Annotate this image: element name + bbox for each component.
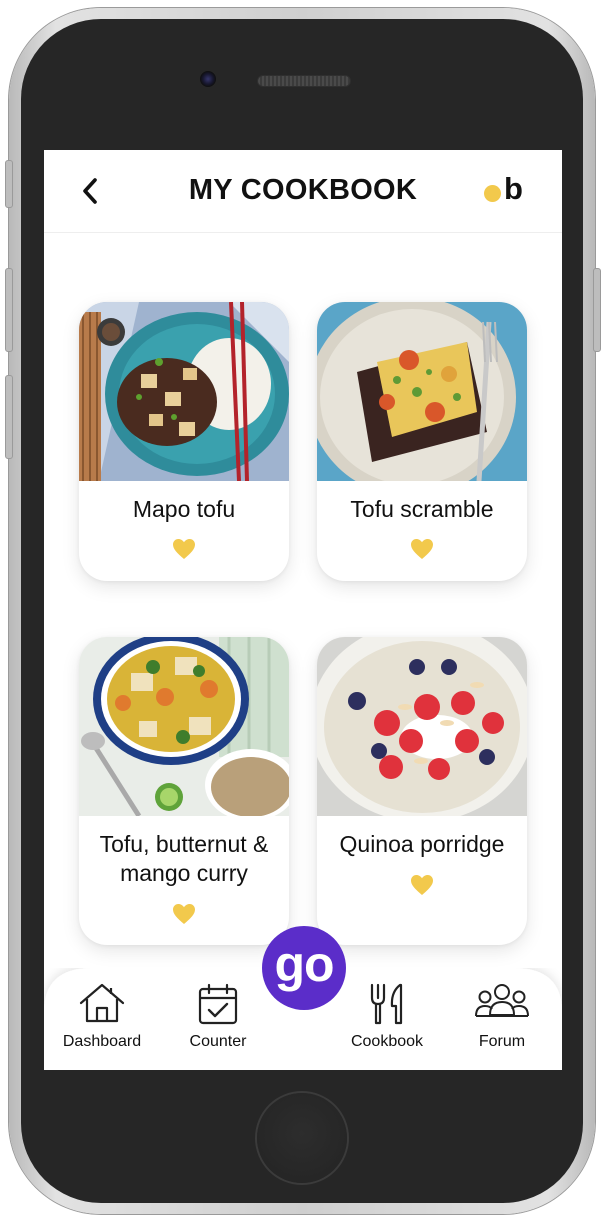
tofu-scramble-photo xyxy=(317,302,527,481)
app-screen: MY COOKBOOK b Mapo tofu Tofu scramble To… xyxy=(44,150,562,1070)
power-button xyxy=(593,268,601,352)
recipe-title: Tofu, butternut & mango curry xyxy=(99,831,269,886)
curry-photo xyxy=(79,637,289,816)
recipe-card-tofu-scramble[interactable]: Tofu scramble xyxy=(317,302,527,581)
mute-switch xyxy=(5,160,13,208)
group-icon xyxy=(475,984,529,1017)
brand-logo[interactable]: b xyxy=(484,171,530,208)
tab-forum[interactable]: Forum xyxy=(456,968,548,1068)
tab-label: Forum xyxy=(478,1033,526,1050)
recipe-title: Tofu scramble xyxy=(350,496,494,522)
volume-up-button xyxy=(5,268,13,352)
porridge-photo xyxy=(317,637,527,816)
tab-label: Cookbook xyxy=(350,1033,424,1050)
earpiece-speaker xyxy=(257,75,351,87)
brand-letter: b xyxy=(504,171,523,206)
recipe-card-quinoa-porridge[interactable]: Quinoa porridge xyxy=(317,637,527,945)
brand-dot xyxy=(484,185,501,202)
heart-icon[interactable] xyxy=(410,538,434,560)
tab-label: Counter xyxy=(189,1033,247,1050)
volume-down-button xyxy=(5,375,13,459)
tab-label: Dashboard xyxy=(62,1033,142,1050)
heart-icon[interactable] xyxy=(172,538,196,560)
recipe-title: Quinoa porridge xyxy=(339,831,505,857)
heart-icon[interactable] xyxy=(410,874,434,896)
recipe-title: Mapo tofu xyxy=(132,496,236,522)
recipe-card-curry[interactable]: Tofu, butternut & mango curry xyxy=(79,637,289,945)
go-label: go xyxy=(274,936,334,992)
tab-dashboard[interactable]: Dashboard xyxy=(56,968,148,1068)
home-icon xyxy=(79,983,125,1023)
go-button[interactable]: go xyxy=(262,926,346,1010)
heart-icon[interactable] xyxy=(172,903,196,925)
calendar-check-icon xyxy=(198,983,238,1025)
mapo-tofu-photo xyxy=(79,302,289,481)
app-header: MY COOKBOOK b xyxy=(44,150,562,233)
home-button[interactable] xyxy=(257,1093,347,1183)
recipe-card-mapo-tofu[interactable]: Mapo tofu xyxy=(79,302,289,581)
tab-cookbook[interactable]: Cookbook xyxy=(341,968,433,1068)
front-camera xyxy=(200,71,216,87)
fork-knife-icon xyxy=(370,983,403,1025)
tab-counter[interactable]: Counter xyxy=(172,968,264,1068)
